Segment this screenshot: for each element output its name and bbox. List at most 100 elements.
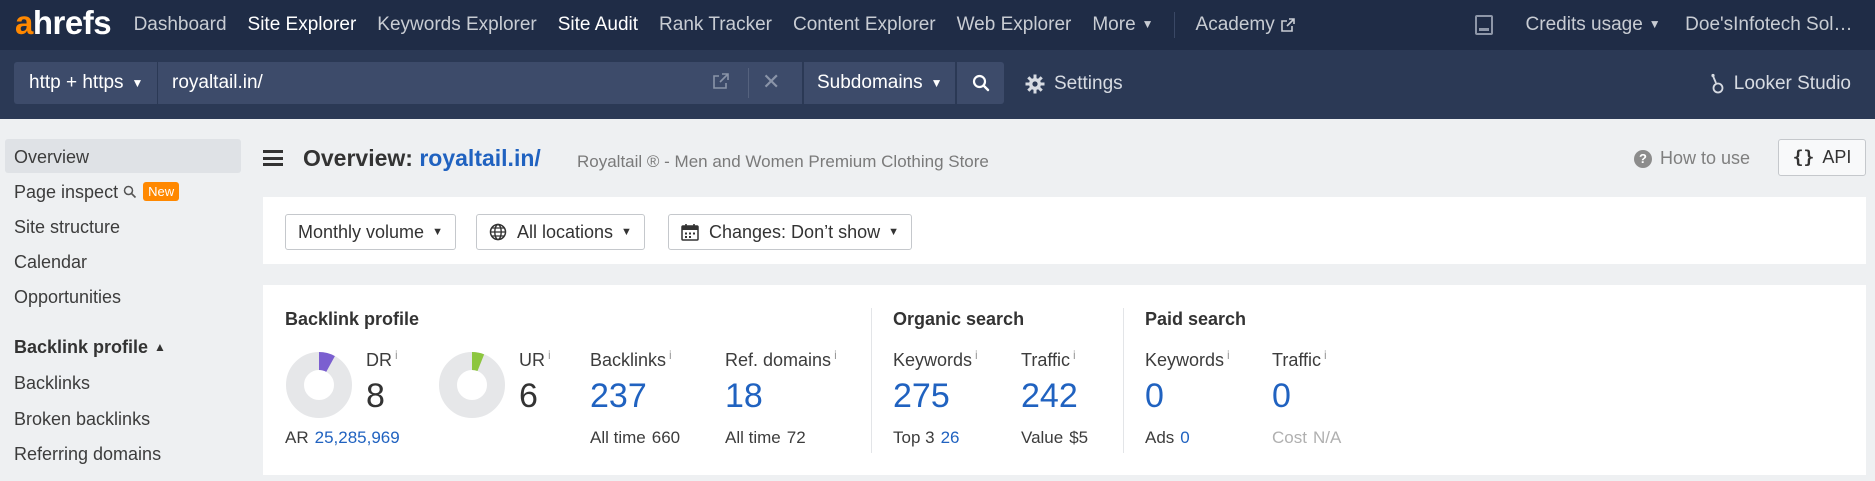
nav-more[interactable]: More ▼ bbox=[1092, 14, 1153, 36]
paid-ads: Ads 0 bbox=[1145, 428, 1190, 448]
caret-down-icon: ▼ bbox=[432, 226, 443, 238]
info-icon[interactable]: i bbox=[975, 348, 978, 362]
dr-donut-fill bbox=[318, 352, 335, 373]
info-icon[interactable]: i bbox=[669, 348, 672, 362]
paid-keywords-value[interactable]: 0 bbox=[1145, 377, 1164, 416]
sidebar-item-backlinks[interactable]: Backlinks bbox=[14, 373, 90, 394]
dr-value: 8 bbox=[366, 377, 385, 415]
settings-button[interactable]: Settings bbox=[1025, 73, 1123, 95]
ref-domains-all-time: All time 72 bbox=[725, 428, 806, 448]
nav-credits-usage[interactable]: Credits usage ▼ bbox=[1526, 14, 1661, 36]
sidebar-section-label: Backlink profile bbox=[14, 337, 149, 357]
nav-dashboard[interactable]: Dashboard bbox=[134, 14, 227, 36]
looker-icon bbox=[1711, 73, 1724, 94]
account-menu[interactable]: Doe'sInfotech Sol… bbox=[1685, 14, 1852, 36]
search-bar: http + https ▼ royaltail.in/ ✕ Subdomains… bbox=[0, 50, 1875, 119]
nav-site-explorer[interactable]: Site Explorer bbox=[248, 14, 357, 36]
mode-label: Subdomains bbox=[817, 72, 923, 93]
url-input[interactable]: royaltail.in/ bbox=[158, 62, 802, 104]
info-icon[interactable]: i bbox=[395, 348, 398, 362]
sidebar-item-site-structure[interactable]: Site structure bbox=[14, 217, 120, 238]
search-icon bbox=[972, 74, 989, 92]
sidebar: Overview Page inspect New Site structure … bbox=[0, 119, 246, 481]
changes-label: Changes: Don’t show bbox=[709, 221, 881, 242]
organic-traffic-value-amount: $5 bbox=[1069, 428, 1089, 447]
help-icon: ? bbox=[1634, 149, 1652, 168]
ahrefs-logo[interactable]: a hrefs bbox=[15, 3, 112, 41]
info-icon[interactable]: i bbox=[834, 348, 837, 362]
mode-select[interactable]: Subdomains ▼ bbox=[804, 62, 955, 104]
organic-keywords-value[interactable]: 275 bbox=[893, 377, 950, 416]
organic-search-title: Organic search bbox=[893, 309, 1025, 329]
book-icon[interactable] bbox=[1475, 15, 1494, 35]
organic-keywords-label: Keywords i bbox=[893, 348, 978, 371]
api-button[interactable]: {} API bbox=[1778, 139, 1866, 176]
caret-down-icon: ▼ bbox=[621, 226, 632, 238]
top-navigation: a hrefs Dashboard Site Explorer Keywords … bbox=[0, 0, 1875, 50]
organic-top3: Top 3 26 bbox=[893, 428, 960, 448]
nav-rank-tracker[interactable]: Rank Tracker bbox=[659, 14, 772, 36]
organic-traffic-value-row: Value $5 bbox=[1021, 428, 1088, 448]
menu-toggle-icon[interactable] bbox=[263, 150, 283, 166]
paid-traffic-value[interactable]: 0 bbox=[1272, 377, 1291, 416]
ref-domains-all-time-label: All time bbox=[725, 428, 781, 447]
new-badge: New bbox=[143, 182, 180, 201]
paid-keywords-label: Keywords i bbox=[1145, 348, 1230, 371]
paid-traffic-label-text: Traffic bbox=[1272, 350, 1322, 370]
sidebar-item-page-inspect[interactable]: Page inspect New bbox=[14, 182, 180, 203]
backlink-profile-title: Backlink profile bbox=[285, 309, 420, 329]
paid-cost: Cost N/A bbox=[1272, 428, 1341, 448]
paid-keywords-label-text: Keywords bbox=[1145, 350, 1225, 370]
protocol-select[interactable]: http + https ▼ bbox=[14, 62, 157, 104]
looker-studio-button[interactable]: Looker Studio bbox=[1710, 73, 1851, 95]
how-to-use-label: How to use bbox=[1660, 148, 1751, 168]
clear-icon[interactable]: ✕ bbox=[762, 70, 780, 94]
sidebar-item-broken-backlinks[interactable]: Broken backlinks bbox=[14, 409, 150, 430]
credits-label: Credits usage bbox=[1525, 14, 1643, 35]
logo-text: hrefs bbox=[32, 3, 112, 41]
backlinks-value[interactable]: 237 bbox=[590, 377, 647, 416]
ar-label: AR bbox=[285, 428, 309, 447]
dr-label-text: DR bbox=[366, 350, 392, 370]
locations-select[interactable]: All locations ▼ bbox=[476, 214, 645, 250]
changes-select[interactable]: Changes: Don’t show ▼ bbox=[668, 214, 912, 250]
paid-ads-value[interactable]: 0 bbox=[1180, 428, 1189, 447]
organic-top3-value[interactable]: 26 bbox=[941, 428, 960, 447]
ref-domains-value[interactable]: 18 bbox=[725, 377, 763, 416]
sidebar-section-backlink-profile[interactable]: Backlink profile ▲ bbox=[14, 337, 166, 358]
nav-web-explorer[interactable]: Web Explorer bbox=[957, 14, 1072, 36]
ur-donut-fill bbox=[471, 352, 485, 372]
nav-academy[interactable]: Academy bbox=[1196, 14, 1295, 36]
volume-select[interactable]: Monthly volume ▼ bbox=[285, 214, 456, 250]
sidebar-item-calendar[interactable]: Calendar bbox=[14, 252, 87, 273]
ur-donut-chart bbox=[439, 352, 505, 418]
sidebar-item-referring-domains[interactable]: Referring domains bbox=[14, 444, 161, 465]
nav-content-explorer[interactable]: Content Explorer bbox=[793, 14, 936, 36]
info-icon[interactable]: i bbox=[1324, 348, 1327, 362]
section-divider bbox=[1123, 308, 1124, 453]
sidebar-item-opportunities[interactable]: Opportunities bbox=[14, 287, 121, 308]
open-in-new-icon[interactable] bbox=[712, 72, 730, 90]
paid-search-title: Paid search bbox=[1145, 309, 1247, 329]
organic-traffic-value[interactable]: 242 bbox=[1021, 377, 1078, 416]
search-button[interactable] bbox=[957, 62, 1004, 104]
backlinks-label-text: Backlinks bbox=[590, 350, 667, 370]
caret-down-icon: ▼ bbox=[930, 76, 943, 90]
nav-site-audit[interactable]: Site Audit bbox=[558, 14, 638, 36]
settings-label: Settings bbox=[1054, 73, 1123, 94]
search-icon bbox=[123, 185, 137, 199]
how-to-use-link[interactable]: ? How to use bbox=[1634, 148, 1750, 169]
organic-traffic-label-text: Traffic bbox=[1021, 350, 1071, 370]
ar-value[interactable]: 25,285,969 bbox=[315, 428, 400, 447]
ref-domains-label-text: Ref. domains bbox=[725, 350, 832, 370]
sidebar-item-overview[interactable]: Overview bbox=[14, 147, 89, 168]
paid-traffic-label: Traffic i bbox=[1272, 348, 1327, 371]
ref-domains-all-time-value: 72 bbox=[786, 428, 806, 447]
info-icon[interactable]: i bbox=[548, 348, 551, 362]
backlinks-all-time: All time 660 bbox=[590, 428, 680, 448]
page-title-domain-link[interactable]: royaltail.in/ bbox=[419, 145, 540, 171]
info-icon[interactable]: i bbox=[1227, 348, 1230, 362]
info-icon[interactable]: i bbox=[1073, 348, 1076, 362]
nav-keywords-explorer[interactable]: Keywords Explorer bbox=[377, 14, 536, 36]
ur-label: UR i bbox=[519, 348, 551, 371]
